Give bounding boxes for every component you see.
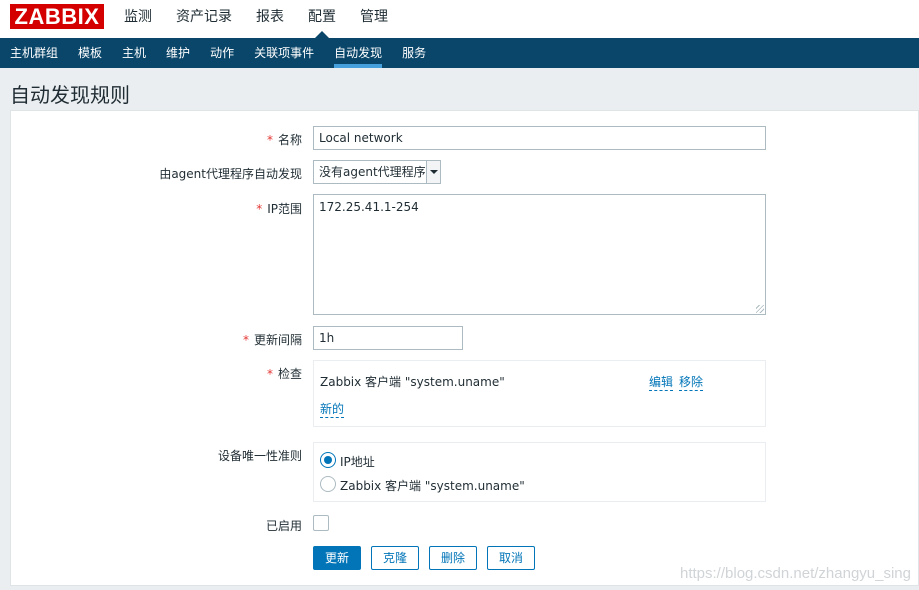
checks-label: * 检查 (266, 367, 302, 381)
proxy-label: 由agent代理程序自动发现 (159, 167, 302, 181)
check-remove-link[interactable]: 移除 (679, 373, 704, 391)
top-bar: ZABBIX 监测 资产记录 报表 配置 管理 (0, 0, 919, 38)
check-edit-link[interactable]: 编辑 (649, 373, 674, 391)
zabbix-logo[interactable]: ZABBIX (10, 4, 104, 29)
sub-menu-templates[interactable]: 模板 (78, 38, 102, 68)
name-label: * 名称 (266, 133, 302, 147)
watermark: https://blog.csdn.net/zhangyu_sing (680, 565, 911, 582)
check-item: Zabbix 客户端 "system.uname" (320, 375, 505, 389)
sub-menu: 主机群组 模板 主机 维护 动作 关联项事件 自动发现 服务 (0, 38, 919, 68)
chevron-down-icon (426, 161, 440, 183)
name-input[interactable]: Local network (313, 126, 766, 150)
enabled-checkbox[interactable] (313, 515, 329, 531)
page-title: 自动发现规则 (10, 83, 130, 107)
main-menu: 监测 资产记录 报表 配置 管理 (124, 0, 412, 38)
resize-grip-icon[interactable] (756, 305, 764, 313)
uniqueness-radio-agent[interactable] (320, 476, 336, 492)
main-menu-inventory[interactable]: 资产记录 (176, 0, 232, 38)
proxy-select-value: 没有agent代理程序 (319, 165, 426, 179)
ip-range-label: * IP范围 (256, 202, 302, 216)
enabled-label: 已启用 (265, 519, 302, 533)
required-mark: * (256, 202, 263, 216)
uniqueness-box: IP地址 Zabbix 客户端 "system.uname" (313, 442, 766, 502)
update-button[interactable]: 更新 (313, 546, 361, 570)
main-menu-configuration[interactable]: 配置 (308, 0, 336, 38)
uniqueness-option-agent: Zabbix 客户端 "system.uname" (340, 479, 525, 493)
sub-menu-event-correlation[interactable]: 关联项事件 (254, 38, 314, 68)
ip-range-textarea[interactable]: 172.25.41.1-254 (313, 194, 766, 315)
sub-menu-hosts[interactable]: 主机 (122, 38, 146, 68)
uniqueness-radio-ip[interactable] (320, 452, 336, 468)
interval-input[interactable]: 1h (313, 326, 463, 350)
required-mark: * (266, 367, 273, 381)
main-menu-reports[interactable]: 报表 (256, 0, 284, 38)
form-panel: * 名称 Local network 由agent代理程序自动发现 没有agent… (10, 110, 919, 586)
sub-menu-host-groups[interactable]: 主机群组 (10, 38, 58, 68)
main-menu-administration[interactable]: 管理 (360, 0, 388, 38)
check-new-link[interactable]: 新的 (320, 400, 345, 418)
clone-button[interactable]: 克隆 (371, 546, 419, 570)
uniqueness-label: 设备唯一性准则 (217, 449, 302, 463)
sub-menu-services[interactable]: 服务 (402, 38, 426, 68)
cancel-button[interactable]: 取消 (487, 546, 535, 570)
sub-menu-actions[interactable]: 动作 (210, 38, 234, 68)
checks-box: Zabbix 客户端 "system.uname" 编辑 移除 新的 (313, 360, 766, 427)
required-mark: * (242, 333, 249, 347)
required-mark: * (266, 133, 273, 147)
proxy-select[interactable]: 没有agent代理程序 (313, 160, 441, 184)
main-menu-monitoring[interactable]: 监测 (124, 0, 152, 38)
delete-button[interactable]: 删除 (429, 546, 477, 570)
sub-menu-maintenance[interactable]: 维护 (166, 38, 190, 68)
sub-menu-discovery[interactable]: 自动发现 (334, 38, 383, 68)
uniqueness-option-ip: IP地址 (340, 455, 375, 469)
ip-range-value: 172.25.41.1-254 (319, 200, 419, 214)
interval-label: * 更新间隔 (242, 333, 302, 347)
